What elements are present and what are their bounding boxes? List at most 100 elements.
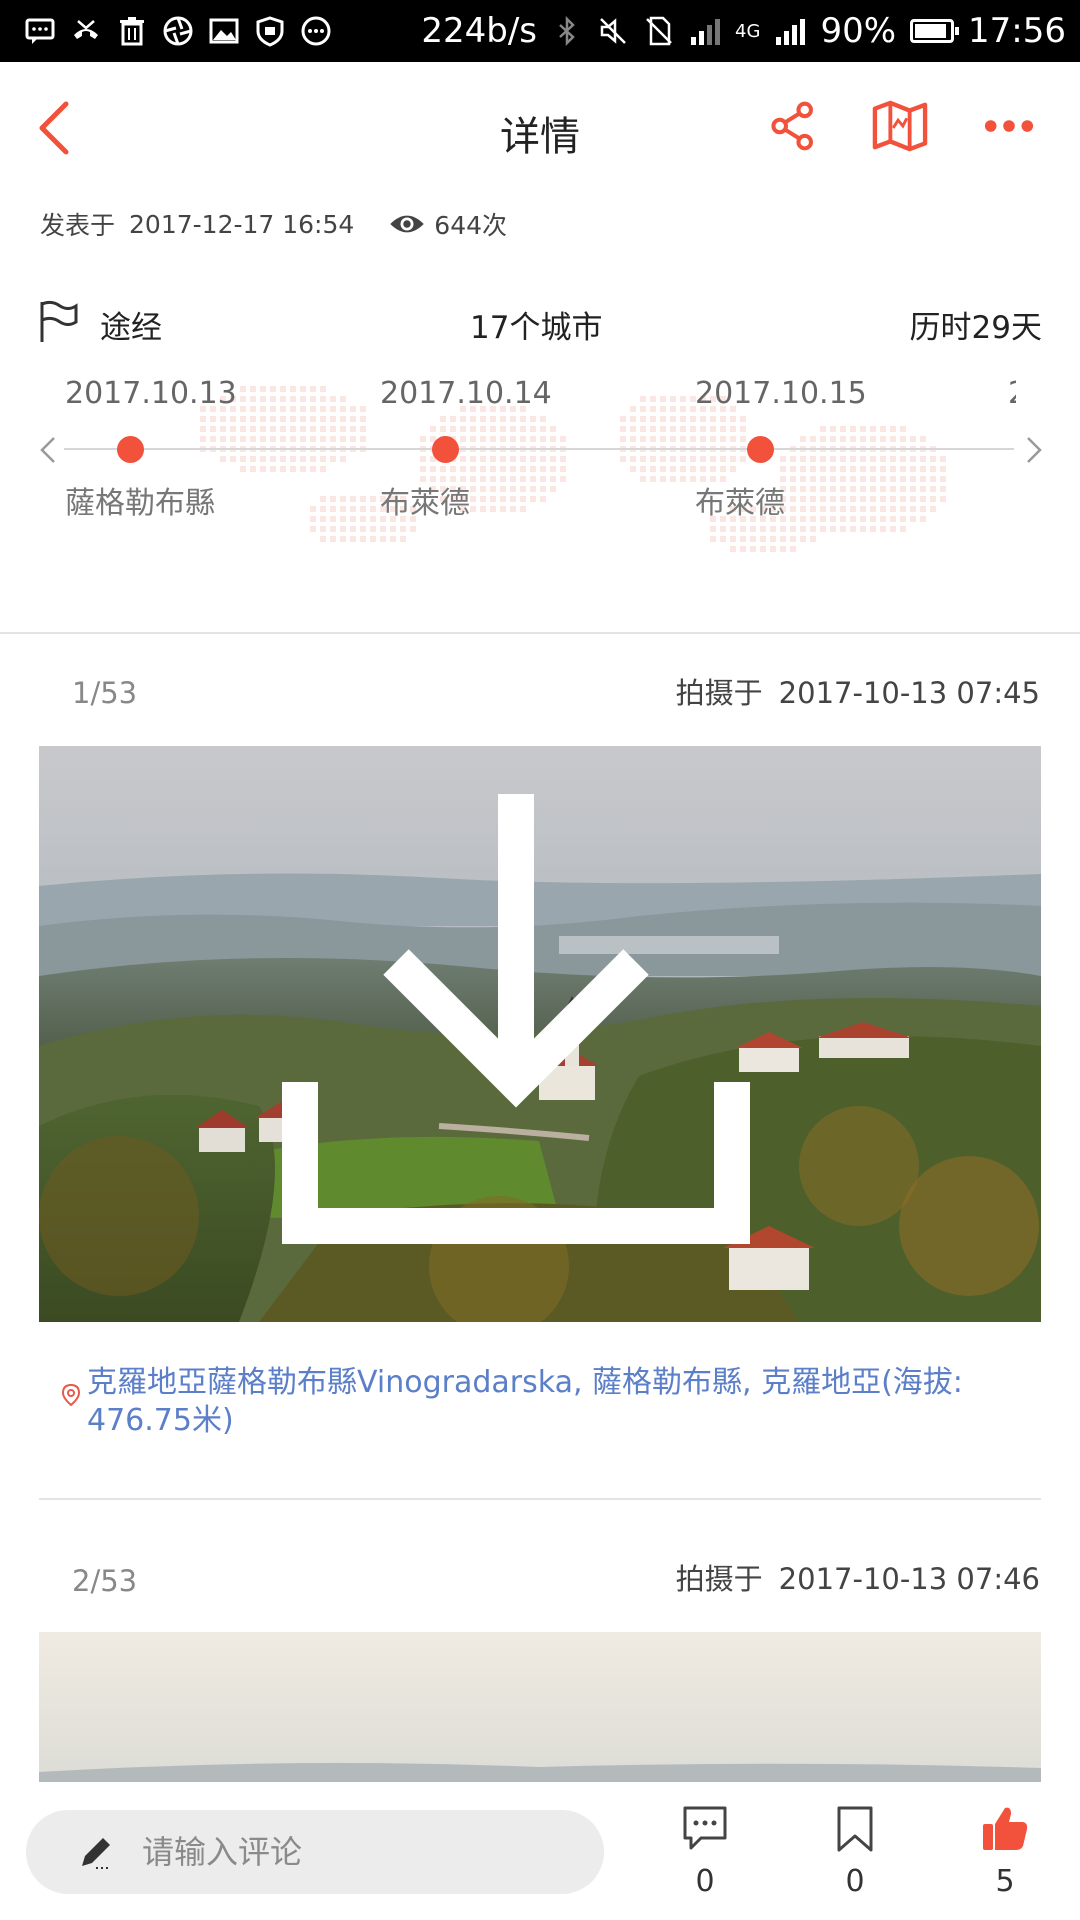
- map-button[interactable]: [870, 96, 930, 156]
- map-dot: [350, 426, 356, 432]
- map-dot: [370, 536, 376, 542]
- photo-taken-time: 拍摄于 2017-10-13 07:46: [676, 1556, 1040, 1598]
- map-dot: [830, 496, 836, 502]
- map-dot: [330, 516, 336, 522]
- map-dot: [320, 536, 326, 542]
- map-dot: [500, 456, 506, 462]
- map-dot: [750, 536, 756, 542]
- photo-index: 2/53: [72, 1564, 138, 1598]
- map-dot: [340, 536, 346, 542]
- map-dot: [290, 466, 296, 472]
- map-dot: [660, 426, 666, 432]
- map-dot: [870, 476, 876, 482]
- photo-location-link[interactable]: 克羅地亞薩格勒布縣Vinogradarska, 薩格勒布縣, 克羅地亞(海拔: …: [62, 1364, 1022, 1440]
- map-dot: [700, 416, 706, 422]
- travel-photo[interactable]: [39, 1632, 1041, 1782]
- map-dot: [260, 406, 266, 412]
- map-dot: [540, 466, 546, 472]
- map-dot: [820, 496, 826, 502]
- map-dot: [330, 496, 336, 502]
- bookmark-button[interactable]: 0: [820, 1804, 890, 1899]
- map-dot: [820, 506, 826, 512]
- map-dot: [530, 426, 536, 432]
- map-dot: [480, 486, 486, 492]
- map-dot: [210, 416, 216, 422]
- map-dot: [830, 526, 836, 532]
- map-dot: [280, 426, 286, 432]
- map-dot: [800, 486, 806, 492]
- share-button[interactable]: [766, 96, 822, 156]
- map-dot: [510, 486, 516, 492]
- map-dot: [790, 456, 796, 462]
- map-dot: [330, 436, 336, 442]
- comments-button[interactable]: 0: [670, 1804, 740, 1899]
- map-dot: [860, 496, 866, 502]
- map-dot: [510, 466, 516, 472]
- more-button[interactable]: [982, 96, 1036, 156]
- map-dot: [360, 516, 366, 522]
- map-dot: [220, 426, 226, 432]
- timeline-line: [64, 448, 1014, 450]
- map-dot: [200, 436, 206, 442]
- map-dot: [430, 426, 436, 432]
- map-dot: [650, 466, 656, 472]
- map-dot: [810, 526, 816, 532]
- route-timeline[interactable]: 2017.10.13 薩格勒布縣 2017.10.14 布萊德 2017.10.…: [0, 360, 1080, 560]
- map-dot: [920, 516, 926, 522]
- map-dot: [490, 456, 496, 462]
- map-dot: [270, 416, 276, 422]
- map-dot: [830, 516, 836, 522]
- map-dot: [700, 426, 706, 432]
- map-dot: [520, 416, 526, 422]
- map-dot: [670, 456, 676, 462]
- map-dot: [630, 436, 636, 442]
- map-dot: [270, 406, 276, 412]
- map-dot: [650, 426, 656, 432]
- map-dot: [680, 476, 686, 482]
- trip-duration: 历时29天: [909, 310, 1042, 346]
- posted-time: 2017-12-17 16:54: [129, 209, 355, 239]
- bookmarks-count: 0: [845, 1864, 865, 1899]
- map-dot: [300, 426, 306, 432]
- map-dot: [910, 506, 916, 512]
- map-dot: [760, 526, 766, 532]
- map-dot: [260, 416, 266, 422]
- map-dot: [760, 536, 766, 542]
- map-dot: [510, 476, 516, 482]
- download-icon[interactable]: [39, 746, 1017, 1298]
- map-dot: [940, 496, 946, 502]
- map-dot: [880, 436, 886, 442]
- map-dot: [290, 426, 296, 432]
- map-dot: [390, 536, 396, 542]
- map-dot: [330, 536, 336, 542]
- map-dot: [840, 486, 846, 492]
- map-dot: [680, 466, 686, 472]
- map-dot: [630, 456, 636, 462]
- map-dot: [690, 426, 696, 432]
- map-dot: [340, 516, 346, 522]
- map-dot: [340, 436, 346, 442]
- map-dot: [920, 506, 926, 512]
- map-dot: [920, 456, 926, 462]
- map-dot: [470, 506, 476, 512]
- map-dot: [800, 466, 806, 472]
- timeline-stop-marker[interactable]: [432, 436, 459, 463]
- timeline-stop-marker[interactable]: [747, 436, 774, 463]
- timeline-stop-marker[interactable]: [117, 436, 144, 463]
- comment-input[interactable]: [140, 1832, 564, 1872]
- map-dot: [320, 516, 326, 522]
- timeline-prev-arrow-icon[interactable]: [34, 432, 62, 468]
- travel-photo[interactable]: [39, 746, 1041, 1322]
- map-dot: [780, 546, 786, 552]
- comment-input-box[interactable]: [26, 1810, 604, 1894]
- map-dot: [640, 406, 646, 412]
- map-dot: [730, 536, 736, 542]
- map-dot: [890, 426, 896, 432]
- timeline-next-arrow-icon[interactable]: [1020, 432, 1048, 468]
- map-dot: [490, 466, 496, 472]
- map-dot: [340, 416, 346, 422]
- like-button[interactable]: 5: [970, 1804, 1040, 1899]
- map-dot: [690, 456, 696, 462]
- map-dot: [640, 436, 646, 442]
- map-dot: [210, 426, 216, 432]
